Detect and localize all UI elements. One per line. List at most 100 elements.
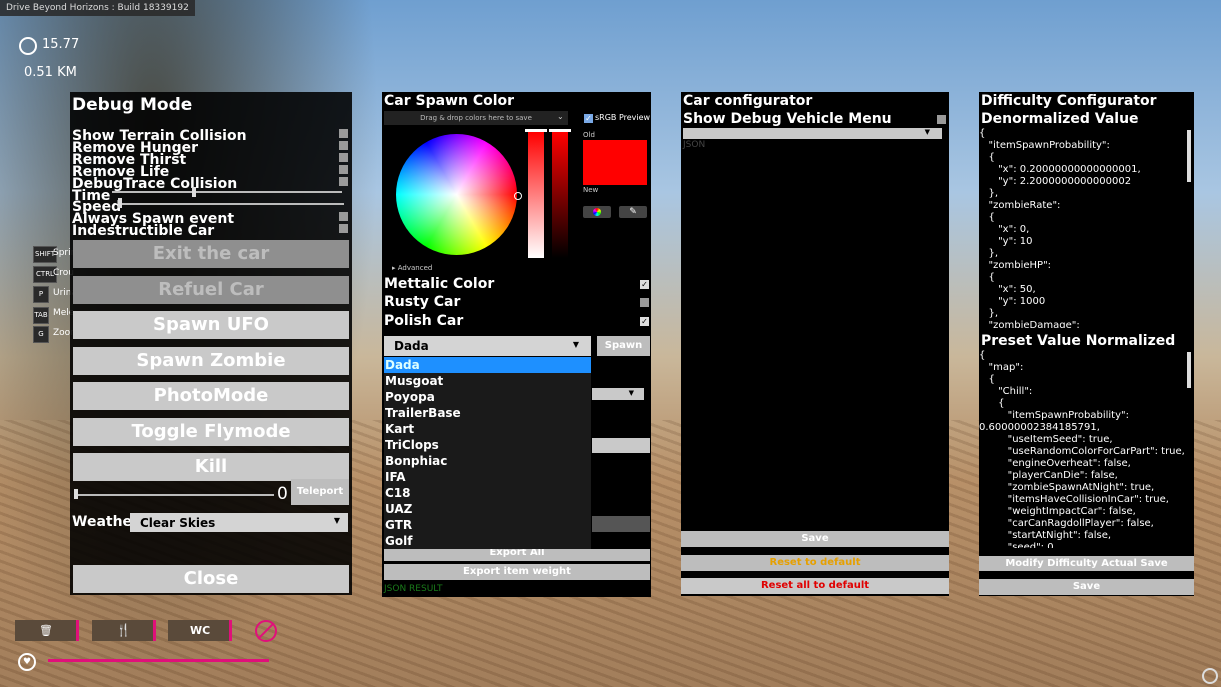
exit-car-button[interactable]: Exit the car: [73, 240, 349, 268]
speed-slider-handle[interactable]: [118, 198, 122, 208]
remove-life-checkbox[interactable]: [339, 165, 348, 174]
show-debug-vehicle-label: Show Debug Vehicle Menu: [683, 111, 892, 127]
car-option[interactable]: TriClops: [384, 437, 591, 453]
health-bar: [48, 659, 270, 662]
heart-icon: ♥: [18, 653, 36, 671]
secondary-bar[interactable]: [592, 438, 650, 453]
car-model-list[interactable]: Dada Musgoat Poyopa TrailerBase Kart Tri…: [384, 357, 591, 549]
weather-label: Weather: [72, 514, 139, 530]
color-wheel-handle[interactable]: [514, 192, 522, 200]
spawn-zombie-button[interactable]: Spawn Zombie: [73, 347, 349, 375]
reset-all-default-button[interactable]: Reset all to default: [681, 578, 949, 594]
teleport-value: 0: [277, 484, 288, 504]
vehicle-dropdown[interactable]: ▼: [683, 128, 942, 139]
color-wheel-icon: [593, 208, 601, 216]
reset-default-button[interactable]: Reset to default: [681, 555, 949, 571]
trash-icon: 🗑: [39, 624, 53, 637]
spawn-ufo-button[interactable]: Spawn UFO: [73, 311, 349, 339]
car-option[interactable]: GTR: [384, 517, 591, 533]
color-wheel[interactable]: [396, 134, 517, 255]
eyedropper-icon: ✎: [629, 207, 637, 217]
option-rusty-car[interactable]: Rusty Car: [384, 294, 460, 310]
export-item-weight-button[interactable]: Export item weight: [384, 564, 650, 580]
slider-marker: [525, 129, 547, 132]
kill-button[interactable]: Kill: [73, 453, 349, 481]
hud-stat-wc: WC: [168, 620, 230, 641]
refuel-car-button[interactable]: Refuel Car: [73, 276, 349, 304]
color-drop-area[interactable]: Drag & drop colors here to save: [384, 111, 568, 125]
car-option[interactable]: Dada: [384, 357, 591, 373]
mettalic-checkbox[interactable]: ✓: [640, 280, 649, 289]
drop-hint-text: Drag & drop colors here to save: [420, 114, 532, 122]
car-option[interactable]: Bonphiac: [384, 453, 591, 469]
weather-dropdown[interactable]: Clear Skies ▼: [130, 513, 348, 532]
rusty-checkbox[interactable]: [640, 298, 649, 307]
car-model-selected: Dada: [394, 339, 429, 353]
car-model-dropdown[interactable]: Dada ▼: [384, 336, 591, 356]
car-option[interactable]: Kart: [384, 421, 591, 437]
always-spawn-checkbox[interactable]: [339, 212, 348, 221]
advanced-toggle[interactable]: ▸ Advanced: [392, 264, 432, 272]
car-option[interactable]: UAZ: [384, 501, 591, 517]
remove-hunger-checkbox[interactable]: [339, 141, 348, 150]
car-option[interactable]: TrailerBase: [384, 405, 591, 421]
old-color-swatch: [583, 140, 647, 162]
clock-icon: [19, 37, 37, 55]
chevron-down-icon: ▼: [572, 340, 579, 349]
json-label: JSON: [683, 140, 706, 150]
debugtrace-checkbox[interactable]: [339, 177, 348, 186]
key-g-icon: G: [33, 326, 49, 343]
drop-area-chevron-icon[interactable]: ⌄: [557, 112, 564, 121]
car-option[interactable]: C18: [384, 485, 591, 501]
export-all-button[interactable]: Export All: [384, 549, 650, 561]
color-mode-button[interactable]: [583, 206, 611, 218]
config-save-button[interactable]: Save: [681, 531, 949, 547]
value-slider[interactable]: [552, 132, 568, 258]
preset-scrollbar[interactable]: [1187, 352, 1191, 388]
option-mettalic-color[interactable]: Mettalic Color: [384, 276, 494, 292]
polish-checkbox[interactable]: ✓: [640, 317, 649, 326]
modify-difficulty-button[interactable]: Modify Difficulty Actual Save: [979, 556, 1194, 571]
photomode-button[interactable]: PhotoMode: [73, 382, 349, 410]
preset-json-box[interactable]: { "map": { "Chill": { "itemSpawnProbabil…: [979, 350, 1191, 548]
teleport-button[interactable]: Teleport: [291, 479, 349, 505]
debug-vehicle-checkbox[interactable]: [937, 115, 946, 124]
option-polish-car[interactable]: Polish Car: [384, 313, 463, 329]
time-slider-track[interactable]: [112, 191, 342, 193]
difficulty-save-button[interactable]: Save: [979, 579, 1194, 595]
toggle-indestructible-car[interactable]: Indestructible Car: [72, 223, 215, 239]
no-smoking-slash: [257, 622, 275, 640]
car-option[interactable]: IFA: [384, 469, 591, 485]
indestructible-checkbox[interactable]: [339, 224, 348, 233]
denormalized-json-box[interactable]: { "itemSpawnProbability": { "x": 0.20000…: [979, 128, 1191, 328]
teleport-slider-track[interactable]: [74, 494, 274, 496]
debug-mode-panel: Debug Mode Show Terrain Collision Remove…: [70, 92, 352, 595]
secondary-dropdown[interactable]: ▼: [592, 388, 644, 400]
time-slider-handle[interactable]: [192, 187, 196, 197]
car-option[interactable]: Poyopa: [384, 389, 591, 405]
denormalized-title: Denormalized Value: [981, 111, 1139, 127]
car-option[interactable]: Golf: [384, 533, 591, 549]
srgb-checkbox[interactable]: ✓: [584, 114, 593, 123]
car-option[interactable]: Musgoat: [384, 373, 591, 389]
toggle-flymode-button[interactable]: Toggle Flymode: [73, 418, 349, 446]
close-button[interactable]: Close: [73, 565, 349, 593]
spawn-button[interactable]: Spawn: [597, 336, 650, 356]
hud-stat-bar: [76, 620, 79, 641]
new-color-swatch: [583, 162, 647, 185]
teleport-slider-handle[interactable]: [74, 489, 78, 499]
secondary-bar-dark[interactable]: [592, 516, 650, 532]
remove-thirst-checkbox[interactable]: [339, 153, 348, 162]
key-p-icon: P: [33, 286, 49, 303]
hud-stat-trash: 🗑: [15, 620, 77, 641]
denormalized-json: { "itemSpawnProbability": { "x": 0.20000…: [979, 128, 1141, 328]
srgb-label: sRGB Preview: [595, 113, 651, 122]
speed-slider-track[interactable]: [118, 203, 344, 205]
hud-time: 15.77: [42, 37, 80, 52]
toggle-label: Indestructible Car: [72, 223, 215, 239]
saturation-slider[interactable]: [528, 132, 544, 258]
eyedropper-button[interactable]: ✎: [619, 206, 647, 218]
car-configurator-panel: Car configurator Show Debug Vehicle Menu…: [681, 92, 949, 596]
denormalized-scrollbar[interactable]: [1187, 130, 1191, 182]
terrain-collision-checkbox[interactable]: [339, 129, 348, 138]
